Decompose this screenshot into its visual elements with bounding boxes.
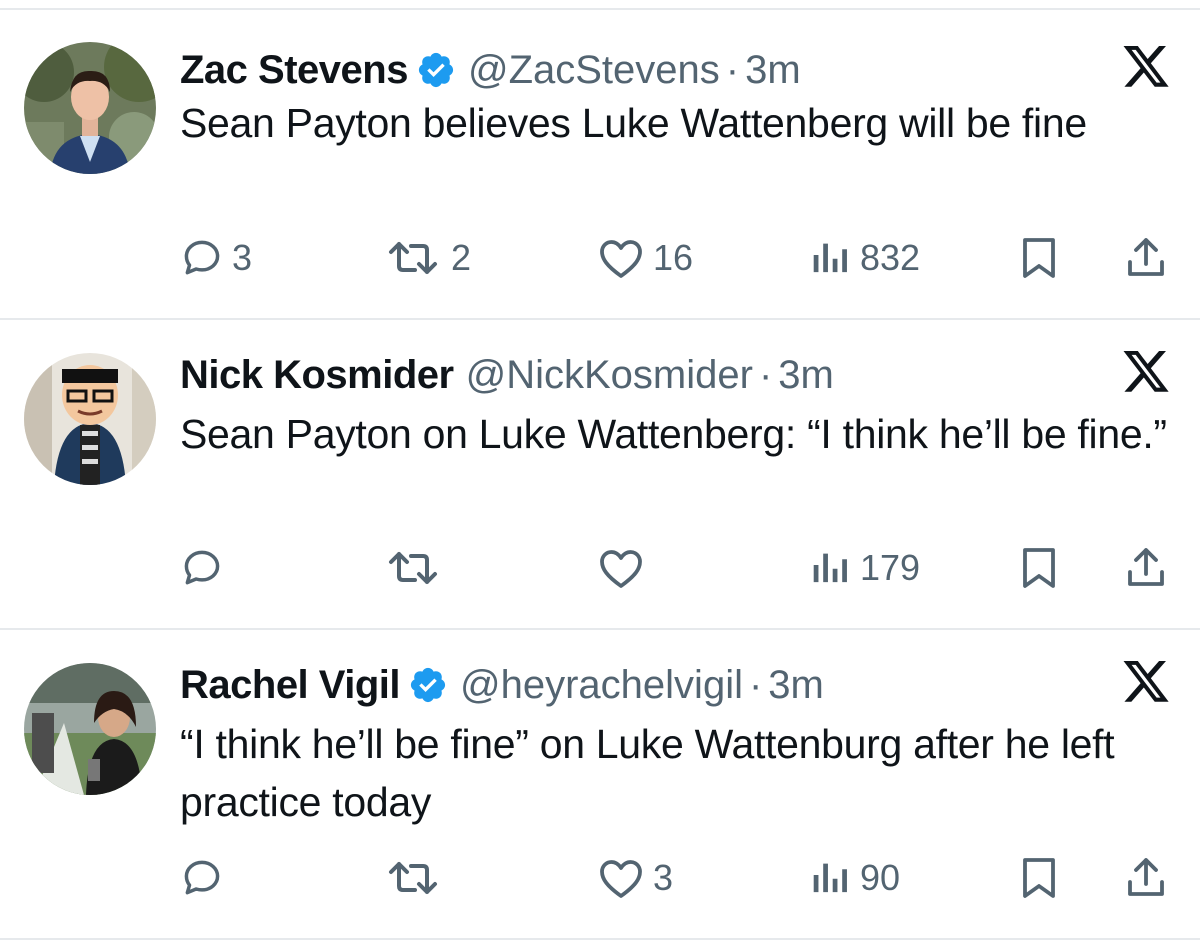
timestamp[interactable]: 3m xyxy=(778,353,834,398)
tweet-nick-kosmider[interactable]: Nick Kosmider @NickKosmider · 3m Sean Pa… xyxy=(0,345,1200,615)
like-icon xyxy=(597,856,645,900)
like-count: 16 xyxy=(653,237,694,278)
tweet-divider xyxy=(0,628,1200,630)
bookmark-icon xyxy=(1019,546,1059,590)
reply-button[interactable] xyxy=(180,543,232,593)
views-button[interactable]: 179 xyxy=(808,543,920,593)
avatar-rachel-vigil[interactable] xyxy=(24,663,156,795)
author-handle[interactable]: @heyrachelvigil xyxy=(460,663,743,708)
tweet-actions: 179 xyxy=(0,543,1200,593)
x-logo-icon xyxy=(1120,46,1172,92)
x-logo-icon xyxy=(1120,661,1172,707)
share-icon xyxy=(1124,546,1168,590)
separator-dot: · xyxy=(748,662,763,707)
top-divider xyxy=(0,8,1200,10)
views-count: 90 xyxy=(860,857,901,898)
retweet-count: 2 xyxy=(451,237,472,278)
timestamp[interactable]: 3m xyxy=(768,663,824,708)
reply-button[interactable] xyxy=(180,853,232,903)
views-count: 179 xyxy=(860,547,921,588)
share-button[interactable] xyxy=(1124,853,1168,903)
author-name[interactable]: Zac Stevens xyxy=(180,48,408,93)
bookmark-button[interactable] xyxy=(1019,543,1059,593)
views-button[interactable]: 90 xyxy=(808,853,900,903)
tweet-header: Nick Kosmider @NickKosmider · 3m xyxy=(180,345,834,405)
tweet-actions: 3 2 16 832 xyxy=(0,233,1200,283)
reply-count: 3 xyxy=(232,237,253,278)
retweet-button[interactable] xyxy=(383,543,451,593)
retweet-button[interactable] xyxy=(383,853,451,903)
views-count: 832 xyxy=(860,237,921,278)
tweet-text: Sean Payton on Luke Wattenberg: “I think… xyxy=(180,411,1167,457)
separator-dot: · xyxy=(758,352,773,397)
views-icon xyxy=(808,236,852,280)
bookmark-button[interactable] xyxy=(1019,853,1059,903)
timestamp[interactable]: 3m xyxy=(745,48,801,93)
retweet-icon xyxy=(383,236,443,280)
share-button[interactable] xyxy=(1124,543,1168,593)
retweet-icon xyxy=(383,856,443,900)
retweet-button[interactable]: 2 xyxy=(383,233,471,283)
verified-badge-icon xyxy=(408,665,448,705)
separator-dot: · xyxy=(725,47,740,92)
share-icon xyxy=(1124,236,1168,280)
bottom-divider xyxy=(0,938,1200,940)
views-button[interactable]: 832 xyxy=(808,233,920,283)
tweet-text: “I think he’ll be fine” on Luke Wattenbu… xyxy=(180,721,1115,825)
avatar-zac-stevens[interactable] xyxy=(24,42,156,174)
tweet-rachel-vigil[interactable]: Rachel Vigil @heyrachelvigil · 3m “I thi… xyxy=(0,655,1200,925)
tweet-actions: 3 90 xyxy=(0,853,1200,903)
reply-icon xyxy=(180,856,224,900)
reply-icon xyxy=(180,546,224,590)
like-icon xyxy=(597,546,645,590)
share-icon xyxy=(1124,856,1168,900)
like-icon xyxy=(597,236,645,280)
views-icon xyxy=(808,546,852,590)
tweet-text: Sean Payton believes Luke Wattenberg wil… xyxy=(180,100,1087,146)
bookmark-button[interactable] xyxy=(1019,233,1059,283)
author-handle[interactable]: @ZacStevens xyxy=(468,48,720,93)
retweet-icon xyxy=(383,546,443,590)
bookmark-icon xyxy=(1019,856,1059,900)
bookmark-icon xyxy=(1019,236,1059,280)
reply-button[interactable]: 3 xyxy=(180,233,252,283)
author-name[interactable]: Rachel Vigil xyxy=(180,663,401,708)
tweet-zac-stevens[interactable]: Zac Stevens @ZacStevens · 3m Sean Payton… xyxy=(0,40,1200,310)
views-icon xyxy=(808,856,852,900)
tweet-header: Rachel Vigil @heyrachelvigil · 3m xyxy=(180,655,824,715)
like-button[interactable]: 3 xyxy=(597,853,673,903)
like-button[interactable] xyxy=(597,543,653,593)
verified-badge-icon xyxy=(416,50,456,90)
like-count: 3 xyxy=(653,857,674,898)
like-button[interactable]: 16 xyxy=(597,233,693,283)
tweet-divider xyxy=(0,318,1200,320)
reply-icon xyxy=(180,236,224,280)
avatar-nick-kosmider[interactable] xyxy=(24,353,156,485)
author-handle[interactable]: @NickKosmider xyxy=(466,353,753,398)
share-button[interactable] xyxy=(1124,233,1168,283)
x-logo-icon xyxy=(1120,351,1172,397)
author-name[interactable]: Nick Kosmider xyxy=(180,353,454,398)
tweet-header: Zac Stevens @ZacStevens · 3m xyxy=(180,40,801,100)
